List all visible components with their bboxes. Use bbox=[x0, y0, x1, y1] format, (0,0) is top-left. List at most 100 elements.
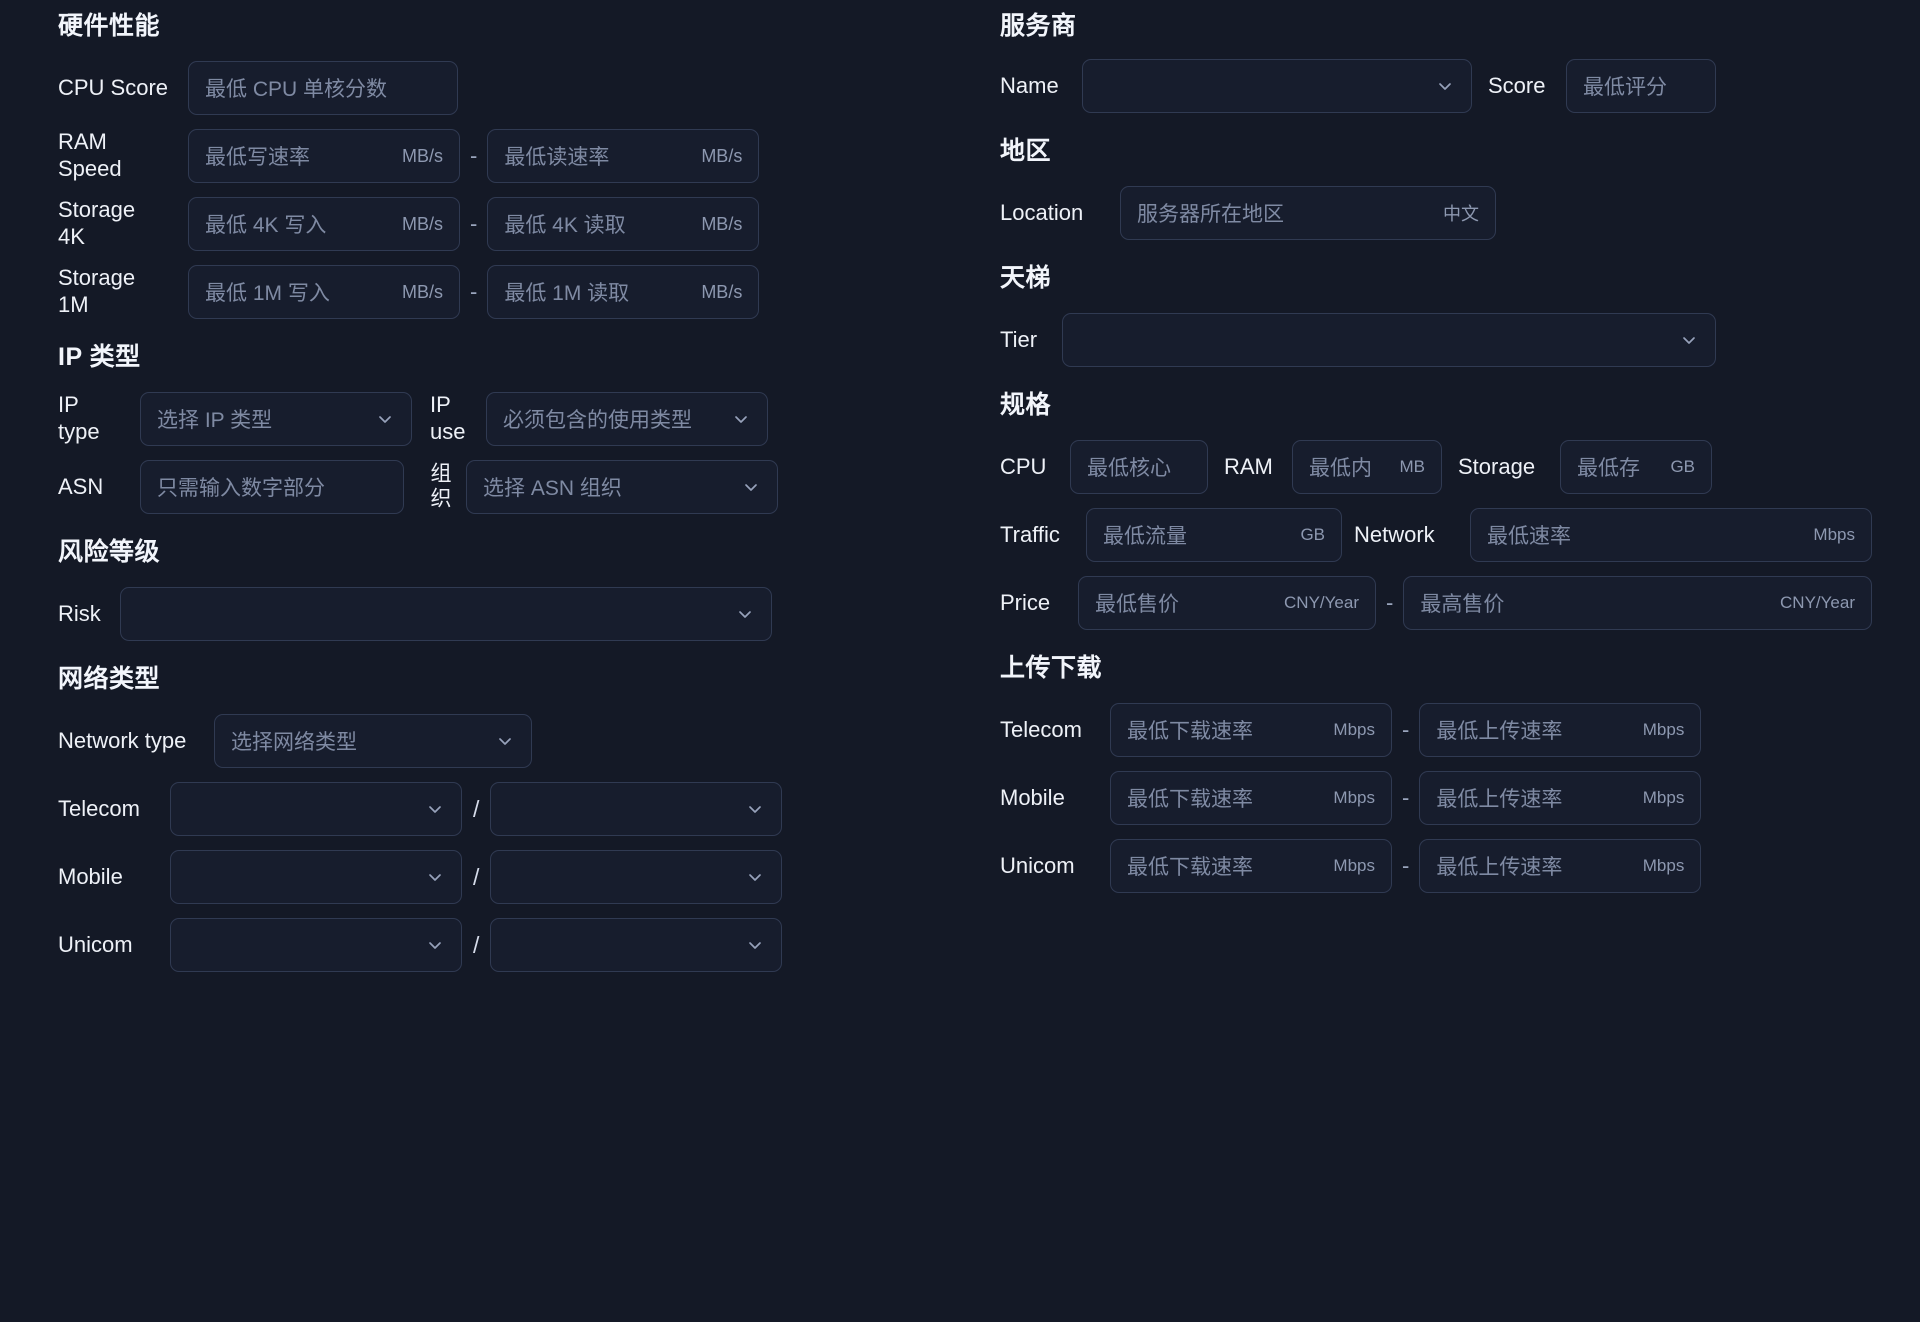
storage-4k-write-placeholder: 最低 4K 写入 bbox=[205, 214, 327, 237]
label-storage-1m: Storage 1M bbox=[58, 265, 136, 317]
updown-telecom-download-input[interactable]: 最低下载速率 Mbps bbox=[1110, 703, 1392, 757]
storage-4k-read-input[interactable]: 最低 4K 读取 MB/s bbox=[487, 197, 760, 251]
spec-price-max-input[interactable]: 最高售价 CNY/Year bbox=[1403, 576, 1872, 630]
spec-storage-input[interactable]: 最低存 GB bbox=[1560, 440, 1712, 494]
network-mobile-divider: / bbox=[473, 863, 480, 890]
location-input[interactable]: 服务器所在地区 中文 bbox=[1120, 186, 1496, 240]
section-title-ip-type: IP 类型 bbox=[58, 343, 141, 371]
network-type-select[interactable]: 选择网络类型 bbox=[214, 714, 532, 768]
updown-telecom-separator: - bbox=[1402, 717, 1410, 742]
asn-number-input[interactable]: 只需输入数字部分 bbox=[140, 460, 404, 514]
updown-telecom-download-placeholder: 最低下载速率 bbox=[1127, 720, 1253, 743]
label-provider-score: Score bbox=[1488, 72, 1546, 98]
label-spec-ram: RAM bbox=[1224, 453, 1273, 479]
label-updown-telecom: Telecom bbox=[1000, 716, 1082, 742]
ram-read-placeholder: 最低读速率 bbox=[504, 146, 610, 169]
storage-1m-write-input[interactable]: 最低 1M 写入 MB/s bbox=[188, 265, 460, 319]
ram-read-unit: MB/s bbox=[701, 145, 743, 166]
chevron-down-icon bbox=[735, 604, 755, 624]
row-updown-telecom: Telecom 最低下载速率 Mbps - 最低上传速率 Mbps bbox=[1000, 703, 1872, 757]
spec-traffic-input[interactable]: 最低流量 GB bbox=[1086, 508, 1342, 562]
updown-telecom-upload-input[interactable]: 最低上传速率 Mbps bbox=[1419, 703, 1702, 757]
row-storage-4k: Storage 4K 最低 4K 写入 MB/s - 最低 4K 读取 MB/s bbox=[58, 197, 936, 251]
updown-unicom-download-input[interactable]: 最低下载速率 Mbps bbox=[1110, 839, 1392, 893]
storage-1m-write-placeholder: 最低 1M 写入 bbox=[205, 282, 330, 305]
location-language-unit: 中文 bbox=[1443, 204, 1479, 224]
chevron-down-icon bbox=[425, 935, 445, 955]
ip-use-select[interactable]: 必须包含的使用类型 bbox=[486, 392, 768, 446]
storage-4k-write-unit: MB/s bbox=[401, 213, 443, 234]
network-unicom-select-secondary[interactable] bbox=[490, 918, 783, 972]
label-updown-unicom: Unicom bbox=[1000, 852, 1075, 878]
updown-mobile-separator: - bbox=[1402, 785, 1410, 810]
cpu-score-placeholder: 最低 CPU 单核分数 bbox=[205, 78, 388, 101]
label-network-unicom: Unicom bbox=[58, 931, 133, 957]
updown-unicom-upload-input[interactable]: 最低上传速率 Mbps bbox=[1419, 839, 1702, 893]
chevron-down-icon bbox=[731, 409, 751, 429]
location-placeholder: 服务器所在地区 bbox=[1137, 203, 1284, 226]
network-type-placeholder: 选择网络类型 bbox=[231, 731, 357, 754]
row-spec-price: Price 最低售价 CNY/Year - 最高售价 CNY/Year bbox=[1000, 576, 1872, 630]
label-provider-name: Name bbox=[1000, 72, 1059, 98]
spec-price-max-unit: CNY/Year bbox=[1780, 593, 1855, 612]
label-asn: ASN bbox=[58, 473, 104, 499]
spec-ram-input[interactable]: 最低内 MB bbox=[1292, 440, 1442, 494]
label-spec-traffic: Traffic bbox=[1000, 521, 1060, 547]
ip-use-placeholder: 必须包含的使用类型 bbox=[503, 409, 692, 432]
ram-write-speed-input[interactable]: 最低写速率 MB/s bbox=[188, 129, 460, 183]
chevron-down-icon bbox=[425, 799, 445, 819]
storage-1m-read-unit: MB/s bbox=[701, 281, 743, 302]
tier-select[interactable] bbox=[1062, 313, 1716, 367]
provider-name-select[interactable] bbox=[1082, 59, 1472, 113]
right-column: 服务商 Name Score 最低评分 地区 Location 服务器所在地区 … bbox=[960, 14, 1920, 1322]
asn-number-placeholder: 只需输入数字部分 bbox=[157, 477, 325, 500]
section-title-network-type: 网络类型 bbox=[58, 665, 161, 693]
storage-1m-write-unit: MB/s bbox=[401, 281, 443, 302]
spec-cpu-placeholder: 最低核心 bbox=[1087, 457, 1171, 480]
provider-score-placeholder: 最低评分 bbox=[1583, 76, 1667, 99]
spec-price-range-separator: - bbox=[1386, 590, 1394, 615]
row-cpu-score: CPU Score 最低 CPU 单核分数 bbox=[58, 61, 936, 115]
updown-unicom-upload-unit: Mbps bbox=[1642, 856, 1685, 875]
section-tier: 天梯 Tier bbox=[1000, 266, 1872, 367]
row-storage-1m: Storage 1M 最低 1M 写入 MB/s - 最低 1M 读取 MB/s bbox=[58, 265, 936, 319]
storage-1m-read-input[interactable]: 最低 1M 读取 MB/s bbox=[487, 265, 760, 319]
row-updown-mobile: Mobile 最低下载速率 Mbps - 最低上传速率 Mbps bbox=[1000, 771, 1872, 825]
spec-network-input[interactable]: 最低速率 Mbps bbox=[1470, 508, 1872, 562]
storage-4k-read-unit: MB/s bbox=[701, 213, 743, 234]
spec-price-min-placeholder: 最低售价 bbox=[1095, 593, 1179, 616]
filter-panel: 硬件性能 CPU Score 最低 CPU 单核分数 RAM Speed 最低写… bbox=[0, 0, 1920, 1322]
cpu-score-input[interactable]: 最低 CPU 单核分数 bbox=[188, 61, 458, 115]
section-ip-type: IP 类型 IP type 选择 IP 类型 IP use 必须包含的使用类型 bbox=[58, 345, 936, 514]
row-provider: Name Score 最低评分 bbox=[1000, 59, 1872, 113]
spec-cpu-input[interactable]: 最低核心 bbox=[1070, 440, 1208, 494]
updown-mobile-upload-input[interactable]: 最低上传速率 Mbps bbox=[1419, 771, 1702, 825]
ram-read-speed-input[interactable]: 最低读速率 MB/s bbox=[487, 129, 760, 183]
chevron-down-icon bbox=[741, 477, 761, 497]
updown-mobile-download-input[interactable]: 最低下载速率 Mbps bbox=[1110, 771, 1392, 825]
section-title-spec: 规格 bbox=[1000, 391, 1052, 419]
updown-mobile-upload-placeholder: 最低上传速率 bbox=[1436, 788, 1563, 811]
chevron-down-icon bbox=[745, 799, 765, 819]
spec-price-min-input[interactable]: 最低售价 CNY/Year bbox=[1078, 576, 1376, 630]
storage-4k-write-input[interactable]: 最低 4K 写入 MB/s bbox=[188, 197, 460, 251]
label-cpu-score: CPU Score bbox=[58, 74, 169, 100]
risk-select[interactable] bbox=[120, 587, 772, 641]
network-unicom-select-primary[interactable] bbox=[170, 918, 462, 972]
label-network-type: Network type bbox=[58, 727, 187, 753]
section-title-upload-download: 上传下载 bbox=[1000, 654, 1103, 682]
network-mobile-select-secondary[interactable] bbox=[490, 850, 783, 904]
spec-storage-unit: GB bbox=[1670, 457, 1695, 476]
label-spec-cpu: CPU bbox=[1000, 453, 1047, 479]
network-mobile-select-primary[interactable] bbox=[170, 850, 462, 904]
network-telecom-select-primary[interactable] bbox=[170, 782, 462, 836]
network-telecom-select-secondary[interactable] bbox=[490, 782, 783, 836]
storage-1m-range-separator: - bbox=[470, 279, 478, 304]
asn-organization-select[interactable]: 选择 ASN 组织 bbox=[466, 460, 778, 514]
label-asn-organization: 组织 bbox=[428, 462, 451, 512]
chevron-down-icon bbox=[1435, 76, 1455, 96]
label-spec-network: Network bbox=[1354, 521, 1435, 547]
provider-score-input[interactable]: 最低评分 bbox=[1566, 59, 1716, 113]
updown-telecom-upload-placeholder: 最低上传速率 bbox=[1436, 720, 1563, 743]
ip-type-select[interactable]: 选择 IP 类型 bbox=[140, 392, 412, 446]
